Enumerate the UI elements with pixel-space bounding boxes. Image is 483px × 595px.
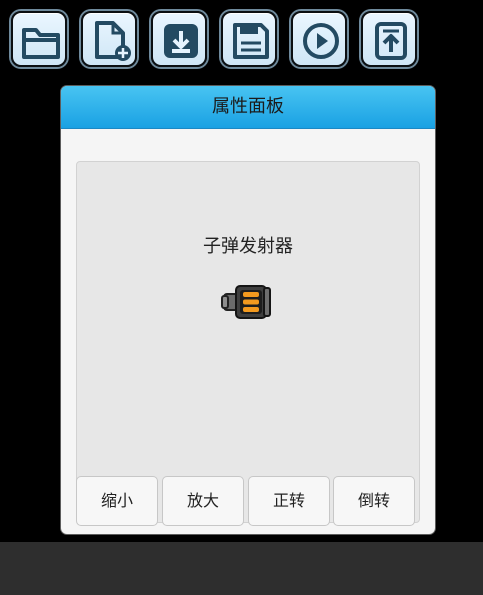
panel-title: 属性面板 <box>212 96 284 117</box>
open-folder-button[interactable] <box>11 11 67 67</box>
folder-icon <box>22 28 60 59</box>
play-button[interactable] <box>291 11 347 67</box>
bullet-launcher-icon <box>221 285 271 319</box>
rotate-clockwise-button[interactable]: 正转 <box>248 476 330 526</box>
zoom-in-button[interactable]: 放大 <box>162 476 244 526</box>
zoom-out-button[interactable]: 缩小 <box>76 476 158 526</box>
new-file-button[interactable] <box>81 11 137 67</box>
upload-icon <box>375 22 407 60</box>
download-icon <box>164 24 198 58</box>
property-panel: 属性面板 子弹发射器 缩小 放大 正转 倒转 <box>61 86 435 534</box>
upload-button[interactable] <box>361 11 417 67</box>
play-icon <box>303 23 339 59</box>
item-preview-area: 子弹发射器 <box>76 161 420 523</box>
save-icon <box>233 23 269 59</box>
bottom-bar <box>0 542 483 595</box>
download-button[interactable] <box>151 11 207 67</box>
toolbar <box>0 0 483 80</box>
save-button[interactable] <box>221 11 277 67</box>
item-name: 子弹发射器 <box>203 236 293 257</box>
rotate-counterclockwise-button[interactable]: 倒转 <box>333 476 415 526</box>
panel-header: 属性面板 <box>61 86 435 129</box>
new-file-icon <box>95 21 131 61</box>
